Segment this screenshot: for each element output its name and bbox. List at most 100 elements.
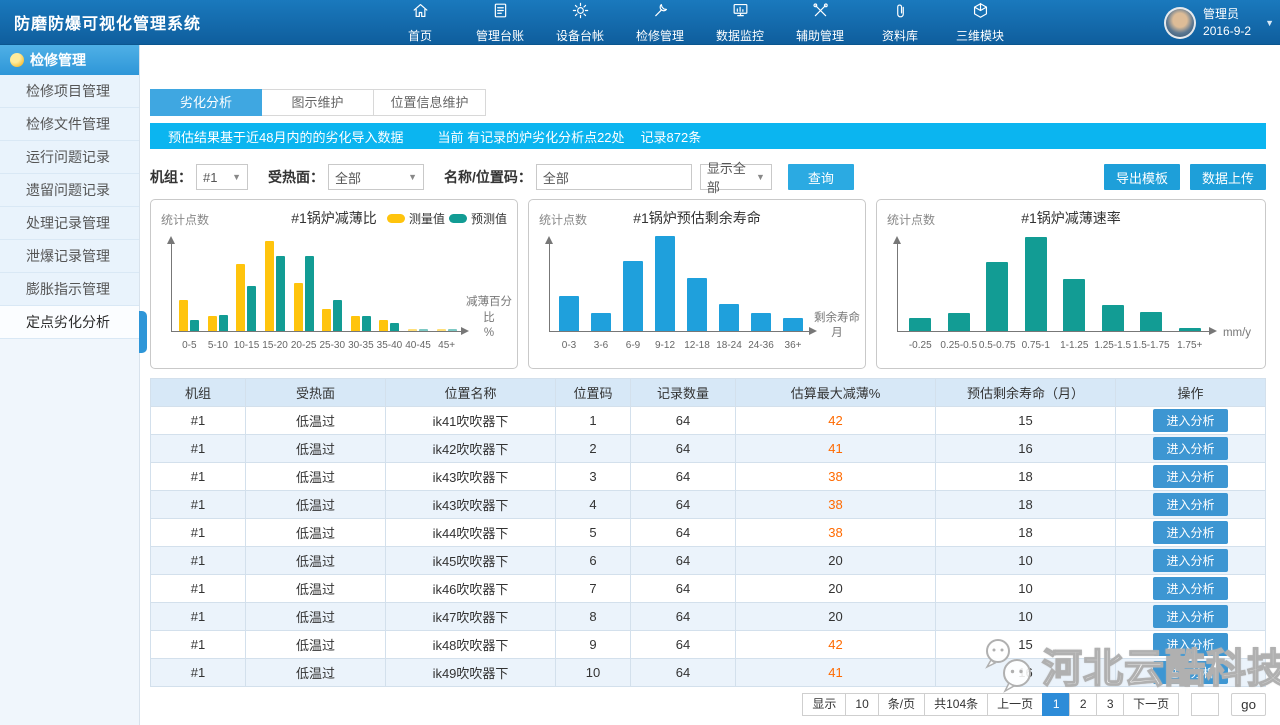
enter-analysis-button[interactable]: 进入分析 bbox=[1153, 409, 1227, 432]
cell-name: ik48吹吹器下 bbox=[386, 631, 556, 659]
sidebar-item[interactable]: 定点劣化分析 bbox=[0, 306, 139, 339]
chart-body: 0-55-1010-1515-2020-2525-3030-3535-4040-… bbox=[151, 228, 517, 368]
x-tick-label: 0.25-0.5 bbox=[940, 340, 979, 351]
user-menu[interactable]: 管理员 2016-9-2 ▼ bbox=[1164, 0, 1274, 45]
nav-item-ledger[interactable]: 管理台账 bbox=[460, 0, 540, 45]
page-number-3[interactable]: 3 bbox=[1096, 693, 1124, 716]
bar bbox=[362, 316, 371, 331]
y-axis bbox=[897, 240, 898, 332]
surface-select[interactable]: 全部 ▼ bbox=[328, 164, 424, 190]
enter-analysis-button[interactable]: 进入分析 bbox=[1153, 549, 1227, 572]
enter-analysis-button[interactable]: 进入分析 bbox=[1153, 437, 1227, 460]
app-title: 防磨防爆可视化管理系统 bbox=[14, 10, 201, 34]
bar bbox=[1179, 328, 1201, 331]
nav-item-paperclip[interactable]: 资料库 bbox=[860, 0, 940, 45]
bar bbox=[276, 256, 285, 331]
tab-图示维护[interactable]: 图示维护 bbox=[262, 89, 374, 116]
cell-thinning: 42 bbox=[736, 631, 936, 659]
x-axis-unit: % bbox=[463, 326, 515, 342]
cell-life: 18 bbox=[936, 519, 1116, 547]
page-number-1[interactable]: 1 bbox=[1042, 693, 1070, 716]
goto-page-button[interactable]: go bbox=[1231, 693, 1266, 716]
nav-item-gear[interactable]: 设备台帐 bbox=[540, 0, 620, 45]
next-page-button[interactable]: 下一页 bbox=[1123, 693, 1179, 716]
sidebar-item[interactable]: 膨胀指示管理 bbox=[0, 273, 139, 306]
bars-area bbox=[901, 235, 1209, 331]
tab-劣化分析[interactable]: 劣化分析 bbox=[150, 89, 262, 116]
sidebar-item[interactable]: 检修项目管理 bbox=[0, 75, 139, 108]
chart-title: #1锅炉减薄速率 bbox=[877, 208, 1265, 228]
nav-item-tools[interactable]: 辅助管理 bbox=[780, 0, 860, 45]
y-axis bbox=[171, 240, 172, 332]
cell-records: 64 bbox=[631, 659, 736, 687]
gear-icon bbox=[571, 1, 590, 25]
cell-thinning: 38 bbox=[736, 491, 936, 519]
unit-select[interactable]: #1 ▼ bbox=[196, 164, 248, 190]
bar bbox=[687, 278, 707, 331]
bar bbox=[623, 261, 643, 331]
x-tick-label: 1-1.25 bbox=[1055, 340, 1094, 351]
bar bbox=[294, 283, 303, 331]
page-number-2[interactable]: 2 bbox=[1069, 693, 1097, 716]
prev-page-button[interactable]: 上一页 bbox=[987, 693, 1043, 716]
table-row: #1低温过ik42吹吹器下2644116进入分析 bbox=[151, 435, 1266, 463]
enter-analysis-button[interactable]: 进入分析 bbox=[1153, 577, 1227, 600]
nav-item-wrench[interactable]: 检修管理 bbox=[620, 0, 700, 45]
chevron-down-icon[interactable]: ▼ bbox=[1265, 18, 1274, 28]
cell-unit: #1 bbox=[151, 659, 246, 687]
x-tick-label: 24-36 bbox=[745, 340, 777, 351]
bar-group bbox=[1171, 328, 1210, 331]
sidebar-item[interactable]: 泄爆记录管理 bbox=[0, 240, 139, 273]
cell-surface: 低温过 bbox=[246, 659, 386, 687]
total-count-label: 共104条 bbox=[924, 693, 988, 716]
nav-item-cube[interactable]: 三维模块 bbox=[940, 0, 1020, 45]
x-tick-label: 30-35 bbox=[347, 340, 376, 351]
name-code-input[interactable] bbox=[536, 164, 692, 190]
enter-analysis-button[interactable]: 进入分析 bbox=[1153, 605, 1227, 628]
sidebar-item[interactable]: 处理记录管理 bbox=[0, 207, 139, 240]
cell-code: 8 bbox=[556, 603, 631, 631]
cell-thinning: 42 bbox=[736, 407, 936, 435]
goto-page-input[interactable] bbox=[1191, 693, 1219, 716]
export-template-button[interactable]: 导出模板 bbox=[1104, 164, 1180, 190]
paperclip-icon bbox=[891, 1, 910, 25]
table-row: #1低温过ik44吹吹器下5643818进入分析 bbox=[151, 519, 1266, 547]
avatar[interactable] bbox=[1164, 7, 1196, 39]
x-tick-label: 1.75+ bbox=[1171, 340, 1210, 351]
sidebar-item[interactable]: 检修文件管理 bbox=[0, 108, 139, 141]
cell-surface: 低温过 bbox=[246, 547, 386, 575]
table-row: #1低温过ik43吹吹器下3643818进入分析 bbox=[151, 463, 1266, 491]
enter-analysis-button[interactable]: 进入分析 bbox=[1153, 633, 1227, 656]
tab-位置信息维护[interactable]: 位置信息维护 bbox=[374, 89, 486, 116]
enter-analysis-button[interactable]: 进入分析 bbox=[1153, 661, 1227, 684]
query-button[interactable]: 查询 bbox=[788, 164, 854, 190]
bar bbox=[247, 286, 256, 331]
x-axis bbox=[171, 331, 465, 332]
sidebar-item[interactable]: 遗留问题记录 bbox=[0, 174, 139, 207]
sidebar-item[interactable]: 运行问题记录 bbox=[0, 141, 139, 174]
chevron-down-icon: ▼ bbox=[756, 172, 765, 182]
x-axis-label: 剩余寿命 bbox=[811, 311, 863, 327]
bars-area bbox=[553, 235, 809, 331]
cell-action: 进入分析 bbox=[1116, 631, 1266, 659]
cell-action: 进入分析 bbox=[1116, 575, 1266, 603]
enter-analysis-button[interactable]: 进入分析 bbox=[1153, 493, 1227, 516]
legend-label: 测量值 bbox=[409, 210, 445, 227]
cell-action: 进入分析 bbox=[1116, 491, 1266, 519]
nav-item-monitor[interactable]: 数据监控 bbox=[700, 0, 780, 45]
home-icon bbox=[411, 1, 430, 25]
cell-code: 2 bbox=[556, 435, 631, 463]
enter-analysis-button[interactable]: 进入分析 bbox=[1153, 521, 1227, 544]
display-select[interactable]: 显示全部 ▼ bbox=[700, 164, 772, 190]
cell-unit: #1 bbox=[151, 491, 246, 519]
enter-analysis-button[interactable]: 进入分析 bbox=[1153, 465, 1227, 488]
cell-name: ik47吹吹器下 bbox=[386, 603, 556, 631]
cell-life: 15 bbox=[936, 631, 1116, 659]
nav-item-home[interactable]: 首页 bbox=[380, 0, 460, 45]
page-size-select[interactable]: 10 bbox=[845, 693, 878, 716]
x-axis-unit: mm/y bbox=[1211, 326, 1263, 342]
cell-surface: 低温过 bbox=[246, 407, 386, 435]
cell-life: 10 bbox=[936, 603, 1116, 631]
data-upload-button[interactable]: 数据上传 bbox=[1190, 164, 1266, 190]
per-page-label: 条/页 bbox=[878, 693, 925, 716]
